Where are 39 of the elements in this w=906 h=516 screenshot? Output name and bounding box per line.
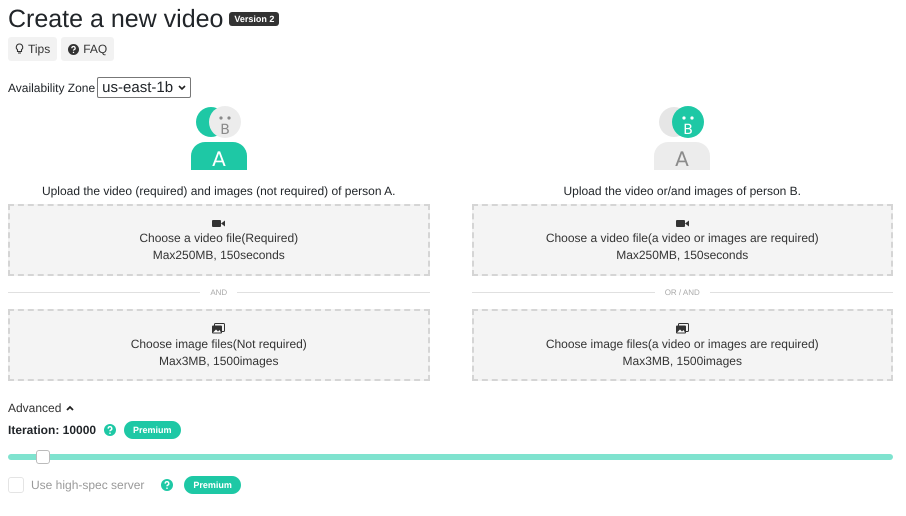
drop-limit: Max3MB, 1500images <box>159 354 278 368</box>
help-button[interactable]: FAQ <box>61 37 114 61</box>
drop-title: Choose a video file(a video or images are required) <box>546 230 819 244</box>
help-button[interactable]: Tips <box>8 37 58 61</box>
help-icon[interactable] <box>161 479 174 491</box>
video-drop-zone[interactable]: Choose a video file(Required) Max250MB, 150seconds <box>8 204 430 276</box>
high-spec-label: Use high-spec server <box>31 478 144 492</box>
upload-caption: Upload the video or/and images of person B. <box>564 184 801 198</box>
chevron-down-icon <box>178 84 186 90</box>
zone-label: Availability Zone <box>8 80 96 94</box>
drop-limit: Max3MB, 1500images <box>622 354 742 368</box>
page-title: Create a new video <box>8 4 224 35</box>
version-badge: Version 2 <box>229 12 280 26</box>
avatar-drawing: B A <box>188 104 249 172</box>
video-camera-icon <box>676 218 689 228</box>
premium-badge: Premium <box>184 476 241 494</box>
separator-label: OR / AND <box>664 288 700 297</box>
drop-title: Choose image files(Not required) <box>130 336 307 350</box>
video-drop-zone[interactable]: Choose a video file(a video or images are required) Max250MB, 150seconds <box>472 204 893 276</box>
images-icon <box>212 322 226 334</box>
slider-thumb[interactable] <box>36 450 50 464</box>
images-icon <box>676 322 689 334</box>
image-drop-zone[interactable]: Choose image files(Not required) Max3MB, 1500images <box>8 309 430 381</box>
upload-caption: Upload the video (required) and images (not required) of person A. <box>42 184 396 198</box>
premium-badge: Premium <box>124 421 181 439</box>
video-camera-icon <box>212 218 226 228</box>
image-drop-zone[interactable]: Choose image files(a video or images are required) Max3MB, 1500images <box>472 309 893 381</box>
avatar-drawing: B A <box>652 104 712 172</box>
separator-label: AND <box>210 288 228 297</box>
lightbulb-icon <box>15 43 24 55</box>
drop-title: Choose a video file(Required) <box>139 230 298 244</box>
iteration-label: Iteration: 10000 <box>8 423 96 437</box>
drop-limit: Max250MB, 150seconds <box>152 248 285 262</box>
drop-title: Choose image files(a video or images are required) <box>546 336 819 350</box>
help-icon[interactable] <box>104 424 116 436</box>
question-icon <box>68 44 80 54</box>
drop-limit: Max250MB, 150seconds <box>616 248 748 262</box>
advanced-toggle[interactable]: Advanced <box>8 401 74 415</box>
zone-select[interactable]: us-east-1b <box>97 77 192 98</box>
